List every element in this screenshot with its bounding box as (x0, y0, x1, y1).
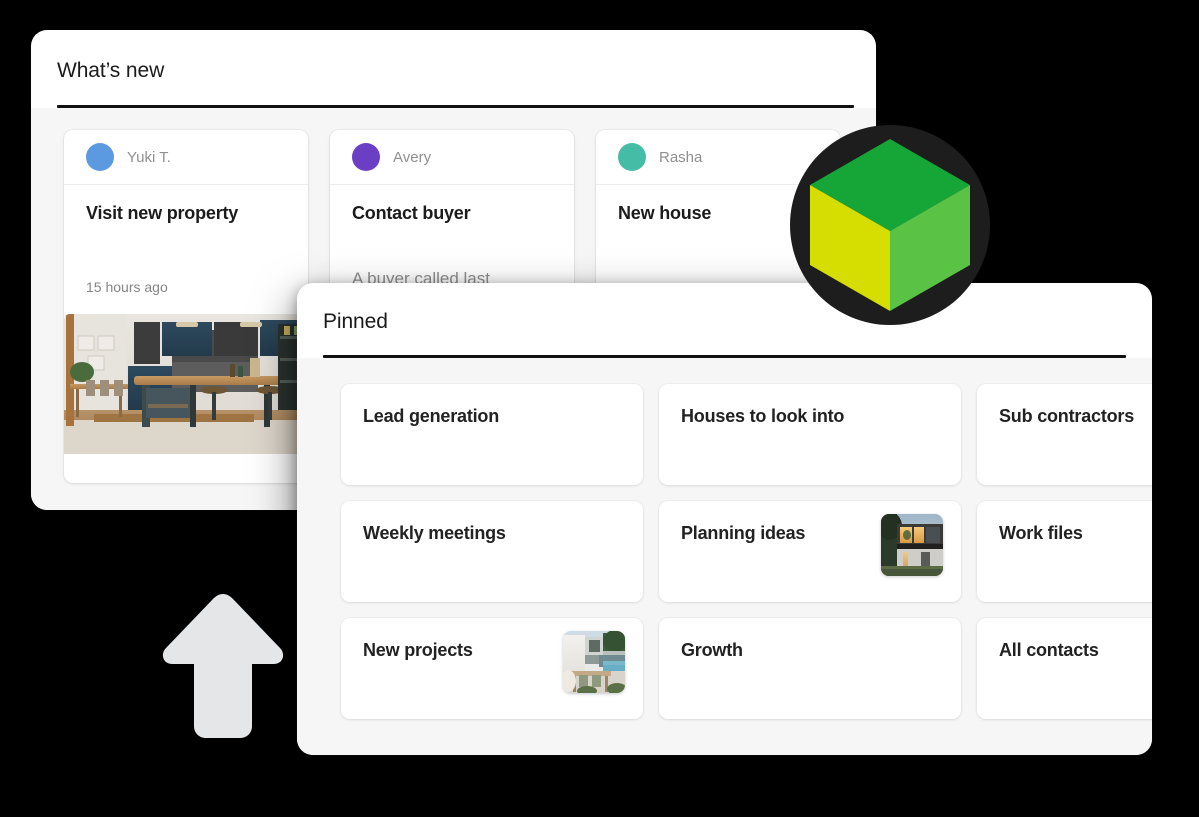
page-title: What’s new (57, 59, 165, 82)
author-name: Rasha (659, 148, 703, 166)
pinned-card[interactable]: New projects (341, 618, 643, 720)
pinned-body: Lead generation Houses to look into Sub … (297, 358, 1152, 755)
card-title: Visit new property (86, 203, 239, 224)
up-arrow-indicator (162, 594, 284, 738)
pinned-card-label: Planning ideas (681, 523, 806, 544)
whats-new-header: What’s new (31, 30, 876, 109)
pinned-card-label: Weekly meetings (363, 523, 506, 544)
pinned-card[interactable]: Lead generation (341, 384, 643, 486)
pinned-card-label: All contacts (999, 640, 1099, 661)
pinned-card-label: Work files (999, 523, 1083, 544)
pinned-panel: Pinned Lead generation Houses to look in… (297, 283, 1152, 755)
pinned-card-thumbnail (563, 631, 625, 694)
patio-pool-photo (563, 631, 625, 694)
pinned-card-label: New projects (363, 640, 473, 661)
green-cube-logo (790, 125, 990, 325)
pinned-card[interactable]: Work files (977, 501, 1152, 603)
card-title: Contact buyer (352, 203, 471, 224)
pinned-title: Pinned (323, 310, 388, 333)
pinned-card[interactable]: Sub contractors (977, 384, 1152, 486)
author-name: Avery (393, 148, 432, 166)
pinned-card[interactable]: Houses to look into (659, 384, 961, 486)
author-name: Yuki T. (127, 148, 171, 166)
pinned-card[interactable]: Weekly meetings (341, 501, 643, 603)
cube-icon (810, 139, 970, 311)
pinned-card-label: Sub contractors (999, 406, 1135, 427)
card-author-row: Avery (330, 130, 574, 186)
pinned-card[interactable]: All contacts (977, 618, 1152, 720)
avatar (352, 143, 380, 172)
card-photo (64, 314, 308, 455)
kitchen-interior-photo (64, 314, 308, 455)
card-timestamp: 15 hours ago (86, 279, 168, 296)
pinned-card-label: Houses to look into (681, 406, 845, 427)
modern-house-dusk-photo (881, 514, 943, 577)
pinned-card-thumbnail (881, 514, 943, 577)
pinned-card-label: Lead generation (363, 406, 500, 427)
avatar (86, 143, 114, 172)
avatar (618, 143, 646, 172)
whats-new-card[interactable]: Yuki T. Visit new property 15 hours ago (64, 130, 308, 484)
pinned-header: Pinned (297, 283, 1152, 359)
pinned-card[interactable]: Growth (659, 618, 961, 720)
pinned-card-label: Growth (681, 640, 743, 661)
card-author-row: Yuki T. (64, 130, 308, 186)
card-title: New house (618, 203, 712, 224)
pinned-card[interactable]: Planning ideas (659, 501, 961, 603)
card-body: Visit new property 15 hours ago (64, 185, 308, 483)
pinned-grid: Lead generation Houses to look into Sub … (297, 358, 1152, 720)
